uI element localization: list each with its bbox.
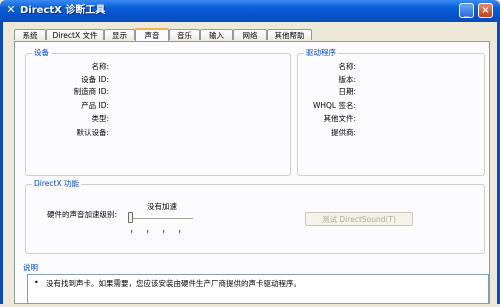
directx-features-title: DirectX 功能 [32,179,81,189]
tab-display[interactable]: 显示 [104,29,135,40]
bullet-icon: • [34,278,39,287]
tab-music[interactable]: 音乐 [169,29,200,40]
driver-date-label: 日期: [338,87,356,96]
whql-signature-label: WHQL 签名: [312,101,356,110]
hw-accel-label: 硬件的声音加速级别: [46,210,117,219]
tab-input[interactable]: 输入 [200,29,233,40]
window-frame-left [0,22,3,304]
hw-accel-value: 没有加速 [147,202,177,211]
sound-tab-panel: 设备 名称: 设备 ID: 制造商 ID: 产品 ID: 类型: 默认设备: 驱… [14,41,490,304]
close-icon: × [481,5,490,16]
driver-group-title: 驱动程序 [304,48,338,58]
device-group-title: 设备 [32,48,51,58]
notes-title: 说明 [21,263,40,273]
tab-network[interactable]: 网络 [233,29,267,40]
tab-directx-files[interactable]: DirectX 文件 [46,29,104,40]
product-id-label: 产品 ID: [81,101,109,110]
note-item: 没有找到声卡。如果需要，您应该安装由硬件生产厂商提供的声卡驱动程序。 [46,279,301,288]
slider-tick [147,230,148,233]
slider-tick [163,230,164,233]
minimize-icon: _ [464,7,469,18]
dx-icon: ✕ [6,3,16,16]
tab-more-help[interactable]: 其他帮助 [267,29,312,40]
title-bar[interactable]: ✕ DirectX 诊断工具 _ × [0,0,500,22]
hw-accel-slider-track[interactable] [133,218,193,222]
device-name-label: 名称: [91,62,109,71]
default-device-label: 默认设备: [76,128,109,137]
driver-name-label: 名称: [338,62,356,71]
provider-label: 提供商: [330,128,356,137]
device-type-label: 类型: [91,114,109,123]
minimize-button[interactable]: _ [459,3,474,18]
window-title: DirectX 诊断工具 [20,5,106,16]
device-id-label: 设备 ID: [81,75,109,84]
close-button[interactable]: × [478,3,493,18]
slider-tick [179,230,180,233]
driver-version-label: 版本: [338,75,356,84]
other-files-label: 其他文件: [323,114,356,123]
hw-accel-slider-thumb[interactable] [128,212,133,223]
slider-tick [131,230,132,233]
tab-system[interactable]: 系统 [14,29,46,40]
notes-box[interactable]: • 没有找到声卡。如果需要，您应该安装由硬件生产厂商提供的声卡驱动程序。 [27,274,489,304]
manufacturer-id-label: 制造商 ID: [73,87,109,96]
test-directsound-button[interactable]: 测试 DirectSound(T) [305,212,413,226]
tab-sound[interactable]: 声音 [135,28,169,41]
